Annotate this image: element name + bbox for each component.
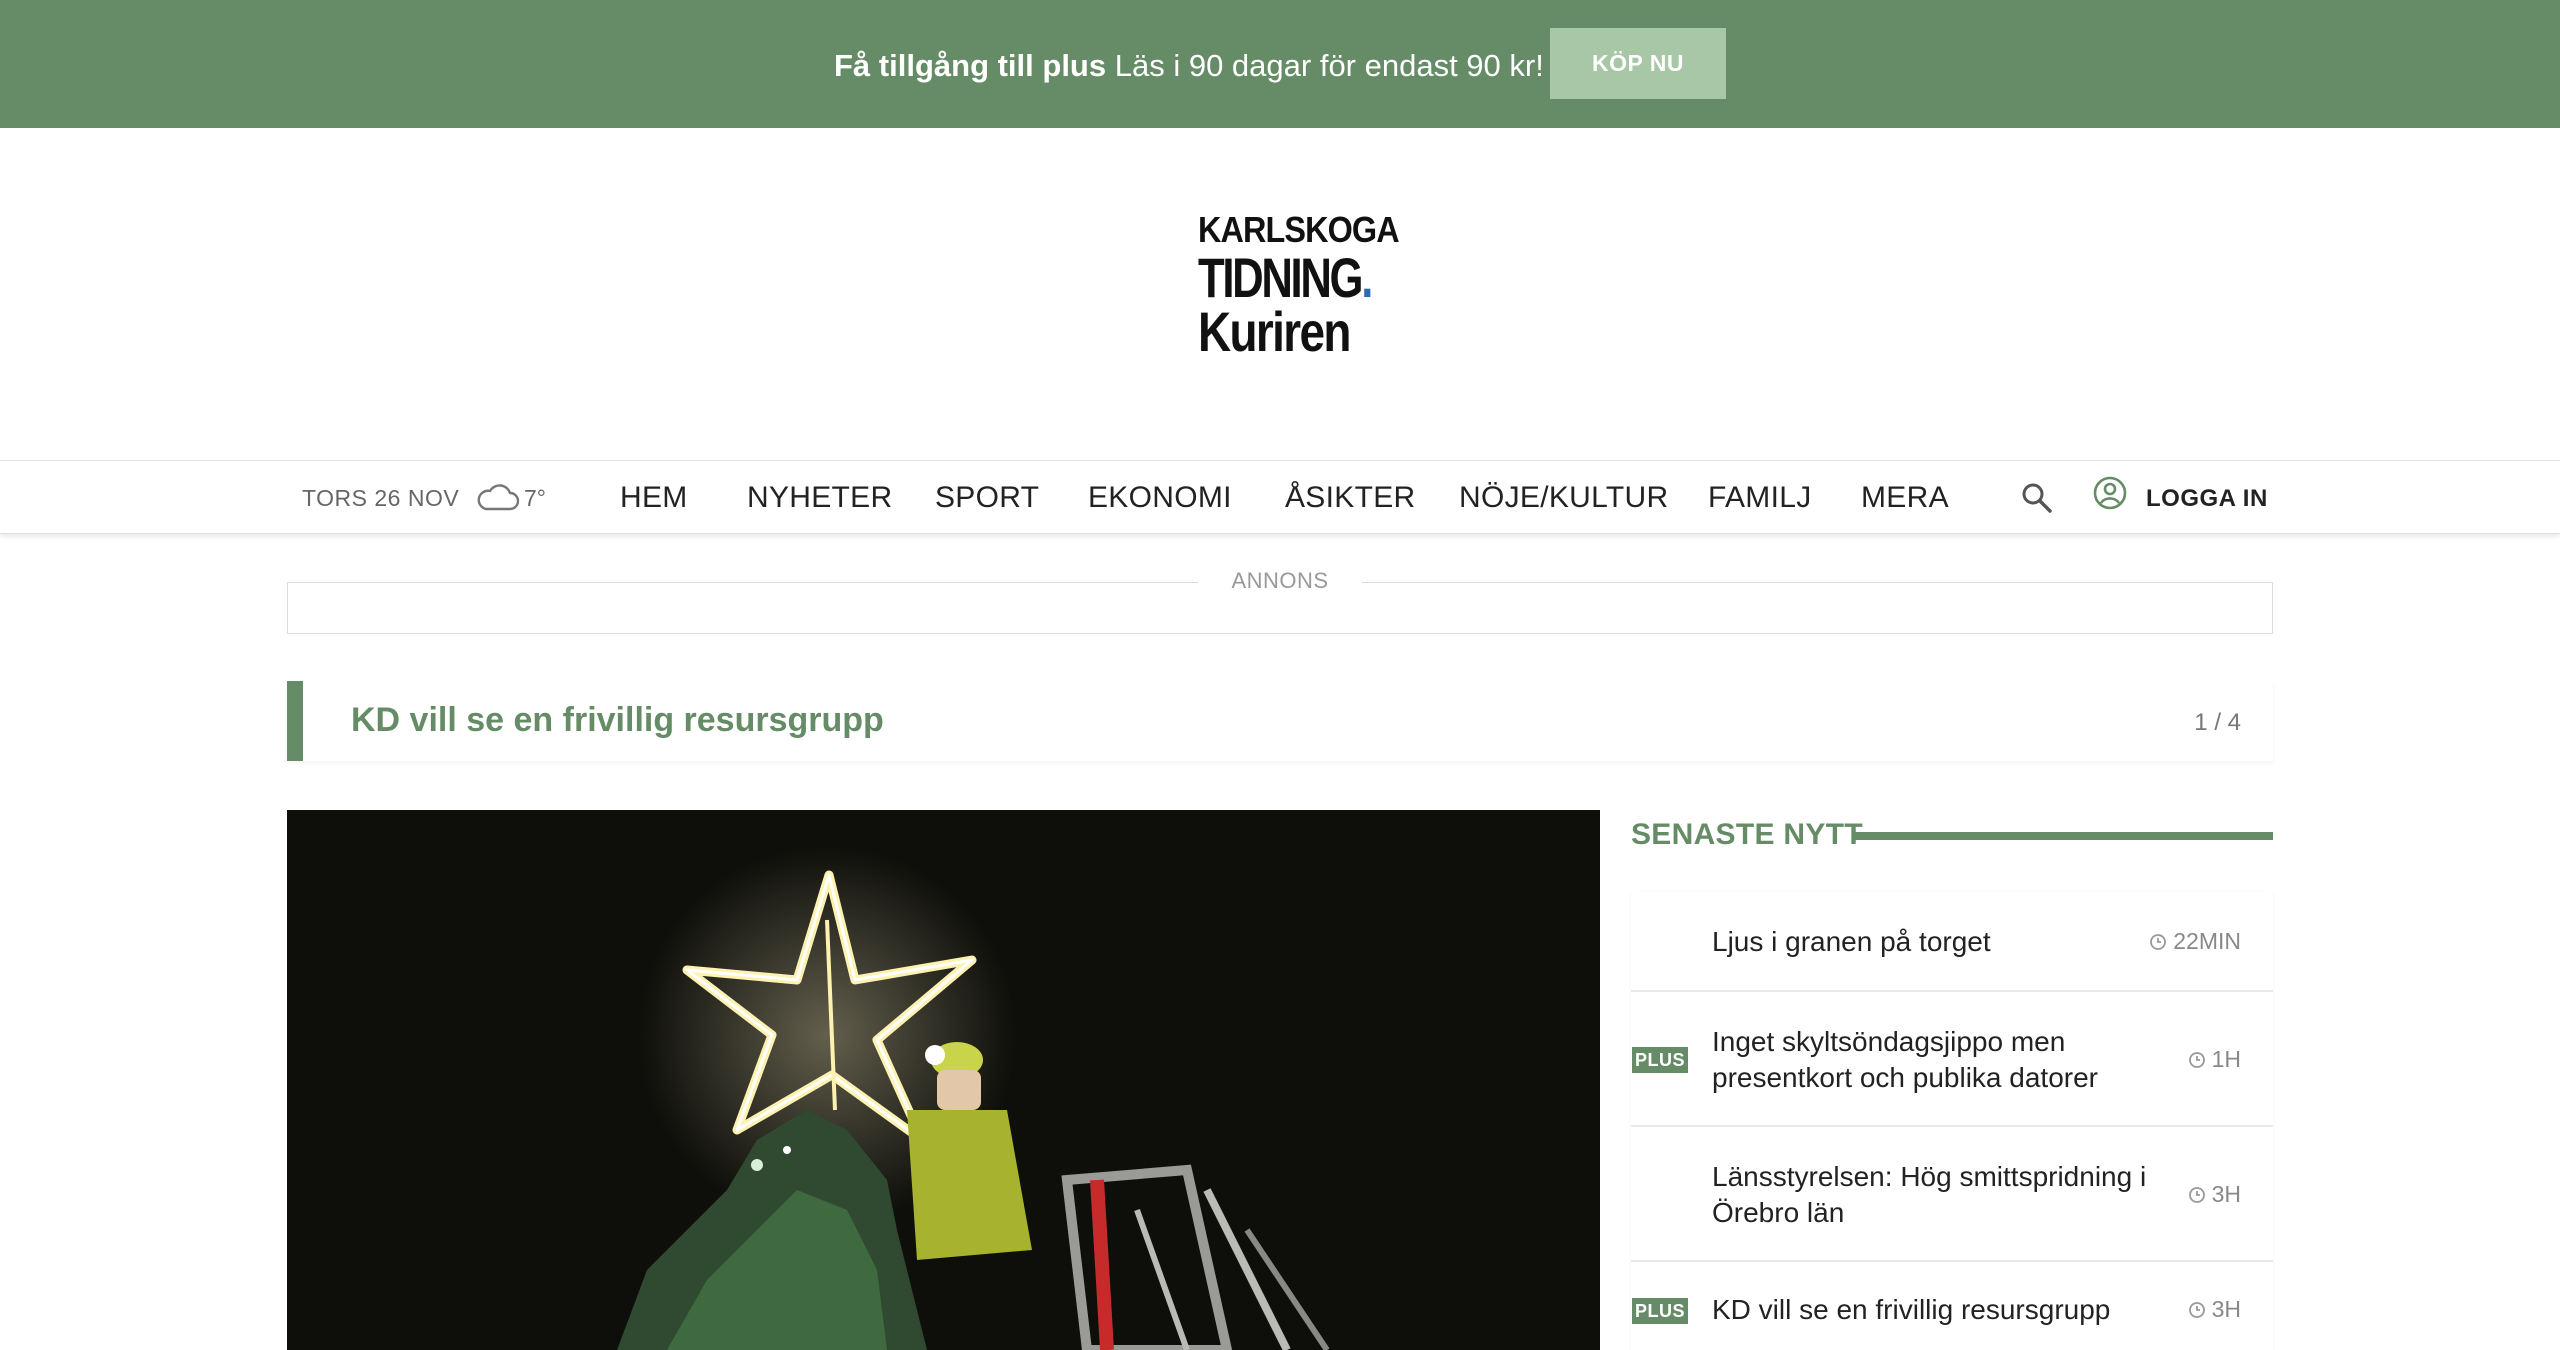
latest-news-divider — [1855, 832, 2273, 840]
list-item[interactable]: Länsstyrelsen: Hög smittspridning i Öreb… — [1631, 1127, 2273, 1262]
news-headline[interactable]: Ljus i granen på torget — [1712, 924, 2152, 960]
user-icon[interactable] — [2092, 475, 2128, 511]
promo-banner: Få tillgång till plus Läs i 90 dagar för… — [0, 0, 2560, 128]
news-time: 1H — [2188, 1046, 2241, 1073]
news-headline[interactable]: Länsstyrelsen: Hög smittspridning i Öreb… — [1712, 1159, 2152, 1231]
hero-image[interactable] — [287, 810, 1600, 1350]
nav-item-nyheter[interactable]: NYHETER — [747, 481, 892, 515]
latest-news-title: SENASTE NYTT — [1631, 818, 1863, 851]
search-icon[interactable] — [2020, 481, 2054, 515]
list-item[interactable]: PLUS Inget skyltsöndagsjippo men present… — [1631, 992, 2273, 1127]
nav-item-hem[interactable]: HEM — [620, 481, 688, 515]
plus-badge: PLUS — [1632, 1298, 1688, 1324]
nav-temperature: 7° — [524, 485, 546, 511]
list-item[interactable]: PLUS KD vill se en frivillig resursgrupp… — [1631, 1262, 2273, 1350]
latest-news-list: Ljus i granen på torget 22MIN PLUS Inget… — [1631, 892, 2273, 1350]
clock-icon — [2188, 1187, 2205, 1203]
logo-line3: Kuriren — [1198, 300, 1351, 363]
logo-line2: TIDNING. — [1198, 246, 1373, 309]
promo-text: Få tillgång till plus Läs i 90 dagar för… — [834, 46, 1544, 86]
breaking-ticker[interactable]: KD vill se en frivillig resursgrupp 1 / … — [287, 681, 2273, 761]
login-link[interactable]: LOGGA IN — [2146, 485, 2268, 513]
nav-date: TORS 26 NOV — [302, 485, 460, 511]
ticker-accent-bar — [287, 681, 303, 761]
news-time: 3H — [2188, 1296, 2241, 1323]
plus-badge: PLUS — [1632, 1047, 1688, 1073]
nav-item-noje-kultur[interactable]: NÖJE/KULTUR — [1459, 481, 1668, 515]
promo-bold: Få tillgång till plus — [834, 48, 1107, 83]
news-headline[interactable]: Inget skyltsöndagsjippo men presentkort … — [1712, 1024, 2152, 1096]
list-item[interactable]: Ljus i granen på torget 22MIN — [1631, 892, 2273, 992]
cloud-icon — [477, 484, 520, 511]
nav-item-mera[interactable]: MERA — [1861, 481, 1949, 515]
news-time: 22MIN — [2149, 928, 2241, 955]
ticker-counter: 1 / 4 — [2194, 709, 2241, 736]
nav-item-sport[interactable]: SPORT — [935, 481, 1039, 515]
ad-label: ANNONS — [1198, 568, 1362, 594]
nav-item-ekonomi[interactable]: EKONOMI — [1088, 481, 1232, 515]
news-headline[interactable]: KD vill se en frivillig resursgrupp — [1712, 1292, 2152, 1328]
logo-line1: KARLSKOGA — [1198, 209, 1400, 250]
christmas-star-photo — [287, 810, 1600, 1350]
main-nav: TORS 26 NOV 7° HEM NYHETER SPORT EKONOMI… — [0, 460, 2560, 534]
clock-icon — [2188, 1052, 2205, 1068]
promo-body: Läs i 90 dagar för endast 90 kr! — [1106, 48, 1544, 83]
nav-item-asikter[interactable]: ÅSIKTER — [1285, 481, 1415, 515]
clock-icon — [2150, 934, 2167, 950]
news-time: 3H — [2188, 1181, 2241, 1208]
site-logo[interactable]: KARLSKOGA TIDNING. Kuriren — [1198, 209, 1400, 363]
nav-item-familj[interactable]: FAMILJ — [1708, 481, 1812, 515]
clock-icon — [2188, 1302, 2205, 1318]
buy-now-button[interactable]: KÖP NU — [1550, 28, 1726, 99]
ticker-headline[interactable]: KD vill se en frivillig resursgrupp — [351, 701, 884, 740]
